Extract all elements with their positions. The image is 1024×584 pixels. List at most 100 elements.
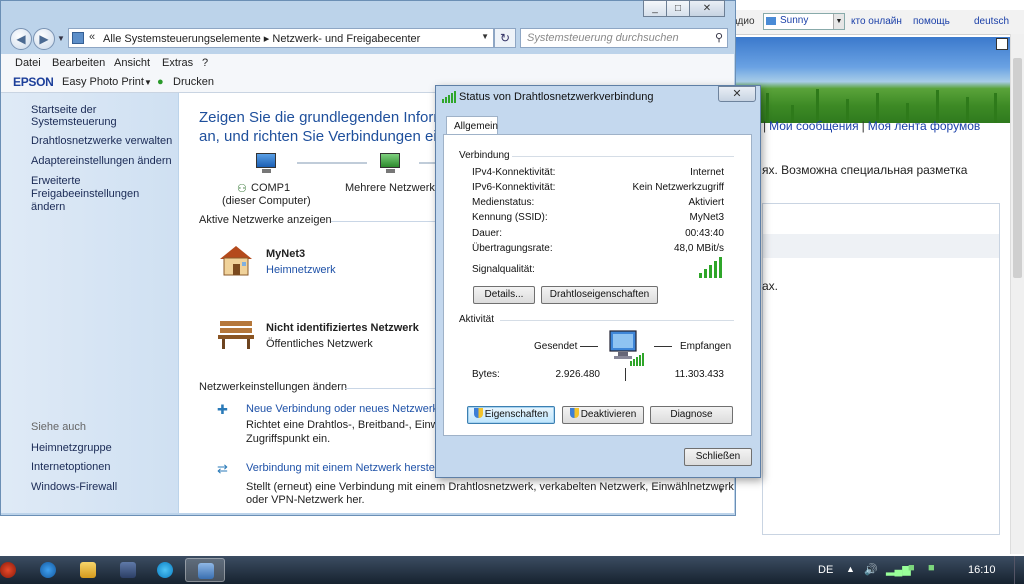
- sidebar-item-homegroup[interactable]: Heimnetzgruppe: [31, 442, 112, 454]
- start-button[interactable]: [0, 558, 18, 582]
- german-link[interactable]: deutsch: [974, 16, 1009, 27]
- taskbar-ie[interactable]: [28, 558, 68, 582]
- theme-icon: [766, 17, 776, 25]
- volume-icon[interactable]: 🔊: [864, 563, 878, 576]
- search-input[interactable]: Systemsteuerung durchsuchen ⚲: [520, 28, 728, 48]
- tab-general[interactable]: Allgemein: [446, 116, 498, 135]
- search-icon[interactable]: ⚲: [715, 31, 723, 44]
- duration-value: 00:43:40: [685, 228, 724, 239]
- sidebar-item-internet-options[interactable]: Internetoptionen: [31, 461, 111, 473]
- ipv4-value: Internet: [690, 167, 724, 178]
- bytes-received-value: 11.303.433: [674, 369, 724, 380]
- skype-icon: [157, 562, 173, 578]
- dialog-title: Status von Drahtlosnetzwerkverbindung: [459, 91, 654, 103]
- chevron-down-icon[interactable]: ▼: [144, 78, 152, 87]
- network1-type-link[interactable]: Heimnetzwerk: [266, 264, 336, 276]
- deactivate-label: Deaktivieren: [580, 409, 637, 420]
- received-label: Empfangen: [680, 341, 732, 352]
- wireless-properties-button[interactable]: Drahtloseigenschaften: [541, 286, 658, 304]
- chevron-down-icon[interactable]: ▼: [481, 32, 489, 41]
- easy-photo-print-button[interactable]: Easy Photo Print: [62, 76, 144, 88]
- chevron-down-icon[interactable]: ▼: [717, 486, 725, 495]
- new-connection-link[interactable]: Neue Verbindung oder neues Netzwerk ei: [246, 403, 450, 415]
- browser-scrollbar[interactable]: [1010, 34, 1024, 554]
- computer-icon: [253, 153, 279, 175]
- folder-icon: [80, 562, 96, 578]
- help-link[interactable]: помощь: [913, 16, 950, 27]
- received-line: [654, 346, 672, 347]
- ssid-value: MyNet3: [689, 212, 724, 223]
- signal-quality-label: Signalqualität:: [472, 264, 535, 275]
- deactivate-button[interactable]: Deaktivieren: [562, 406, 644, 424]
- public-network-icon[interactable]: [217, 318, 255, 350]
- taskbar-media[interactable]: [108, 558, 148, 582]
- divider: [345, 388, 435, 389]
- back-button[interactable]: ◀: [10, 28, 32, 50]
- sidebar-item-adapter-settings[interactable]: Adaptereinstellungen ändern: [31, 155, 172, 167]
- menu-help[interactable]: ?: [202, 57, 208, 69]
- close-button[interactable]: ✕: [689, 0, 725, 17]
- my-feed-link[interactable]: Моя лента форумов: [868, 119, 981, 133]
- divider: [512, 156, 734, 157]
- connect-network-link[interactable]: Verbindung mit einem Netzwerk herstelle: [246, 462, 446, 474]
- speed-value: 48,0 MBit/s: [673, 243, 724, 254]
- menu-view[interactable]: Ansicht: [114, 57, 150, 69]
- app-tray-icon[interactable]: ■: [908, 562, 915, 574]
- details-button[interactable]: Details...: [473, 286, 535, 304]
- show-desktop-button[interactable]: [1014, 556, 1024, 584]
- ipv6-value: Kein Netzwerkzugriff: [632, 182, 724, 193]
- divider: [500, 320, 734, 321]
- dialog-close-x[interactable]: ✕: [718, 86, 756, 102]
- address-text: Alle Systemsteuerungselemente ▸ Netzwerk…: [103, 33, 421, 45]
- taskbar-skype[interactable]: [145, 558, 185, 582]
- forum-text-2: ax.: [762, 279, 779, 293]
- multiple-networks-label: Mehrere Netzwerke: [345, 182, 441, 194]
- connection-line: [297, 162, 367, 164]
- sidebar-item-firewall[interactable]: Windows-Firewall: [31, 481, 117, 493]
- menu-extras[interactable]: Extras: [162, 57, 193, 69]
- duration-label: Dauer:: [472, 228, 503, 239]
- my-messages-link[interactable]: Мои сообщения: [769, 119, 858, 133]
- sidebar-item-advanced-sharing[interactable]: Erweiterte Freigabeeinstellungen ändern: [31, 175, 171, 214]
- taskbar-explorer[interactable]: [68, 558, 108, 582]
- sidebar-item-manage-wireless[interactable]: Drahtlosnetzwerke verwalten: [31, 135, 172, 147]
- who-online-link[interactable]: кто онлайн: [851, 16, 902, 27]
- new-connection-icon: ✚: [217, 402, 228, 417]
- taskbar-control-panel[interactable]: [185, 558, 225, 582]
- theme-select[interactable]: Sunny ▼: [763, 13, 845, 30]
- dialog-body: [443, 134, 752, 436]
- maximize-button[interactable]: □: [666, 0, 690, 17]
- tray-expand-icon[interactable]: ▲: [846, 564, 855, 574]
- language-indicator[interactable]: DE: [818, 564, 833, 576]
- bytes-sent-value: 2.926.480: [555, 369, 601, 380]
- refresh-button[interactable]: ↻: [494, 28, 516, 48]
- computer-subtitle: (dieser Computer): [222, 195, 311, 207]
- home-network-icon[interactable]: [217, 243, 255, 277]
- app-tray-icon-2[interactable]: ■: [928, 562, 935, 574]
- address-bar[interactable]: « Alle Systemsteuerungselemente ▸ Netzwe…: [68, 28, 494, 48]
- network-tray-icon[interactable]: ▂▄▆: [886, 563, 911, 576]
- speed-label: Übertragungsrate:: [472, 243, 553, 254]
- diagnose-button[interactable]: Diagnose: [650, 406, 733, 424]
- recent-pages-icon[interactable]: ▼: [57, 34, 65, 43]
- task1-desc-2: Zugriffspunkt ein.: [246, 433, 331, 445]
- divider: [625, 368, 626, 381]
- network-activity-icon: [608, 329, 648, 367]
- minimize-button[interactable]: _: [643, 0, 667, 17]
- close-dialog-button[interactable]: Schließen: [684, 448, 752, 466]
- scrollbar-thumb[interactable]: [1013, 58, 1022, 278]
- sidebar-item-home[interactable]: Startseite der Systemsteuerung: [31, 104, 178, 128]
- media-status-label: Medienstatus:: [472, 197, 535, 208]
- uac-shield-icon: [569, 408, 579, 418]
- ssid-label: Kennung (SSID):: [472, 212, 548, 223]
- forward-button[interactable]: ▶: [33, 28, 55, 50]
- print-button[interactable]: Drucken: [173, 76, 214, 88]
- menu-edit[interactable]: Bearbeiten: [52, 57, 105, 69]
- signal-quality-icon: [699, 257, 723, 278]
- menu-file[interactable]: Datei: [15, 57, 41, 69]
- properties-button[interactable]: Eigenschaften: [467, 406, 555, 424]
- clock[interactable]: 16:10: [968, 564, 996, 576]
- activity-group-title: Aktivität: [459, 314, 495, 325]
- task2-desc-2: oder VPN-Netzwerk her.: [246, 494, 365, 506]
- browser-maximize-icon[interactable]: [996, 38, 1008, 50]
